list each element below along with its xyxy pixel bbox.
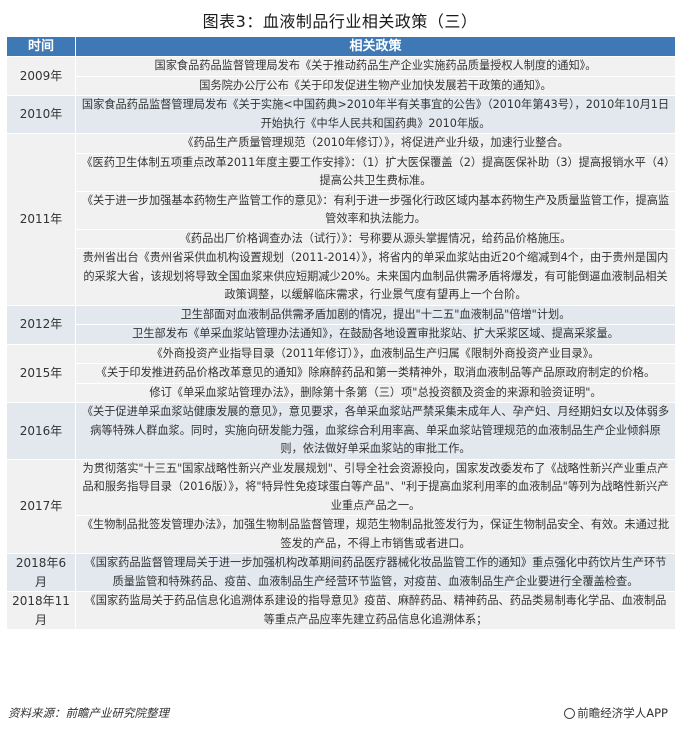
policy-cell: 国务院办公厅公布《关于印发促进生物产业加快发展若干政策的通知》。 [75, 75, 676, 96]
brand: 前瞻经济学人APP [564, 705, 668, 721]
table-row: 2018年11月 《国家药监局关于药品信息化追溯体系建设的指导意见》疫苗、麻醉药品… [6, 591, 676, 630]
table-body: 2009年 国家食品药品监督管理局发布《关于推动药品生产企业实施药品质量授权人制度… [6, 56, 676, 630]
year-cell: 2010年 [6, 95, 76, 134]
table-row: 《生物制品批签发管理办法》，加强生物制品监督管理，规范生物制品批签发行为，保证生… [7, 515, 676, 554]
brand-logo-icon [564, 708, 576, 719]
table-row: 国务院办公厅公布《关于印发促进生物产业加快发展若干政策的通知》。 [7, 75, 676, 96]
table-row: 2016年 《关于促进单采血浆站健康发展的意见》，意见要求，各单采血浆站严禁采集未… [6, 402, 676, 460]
year-cell: 2015年 [6, 343, 76, 403]
table-row: 卫生部发布《单采血浆站管理办法通知》，在鼓励各地设置审批浆站、扩大采浆区域、提高… [7, 324, 676, 345]
source-note: 资料来源：前瞻产业研究院整理 [8, 706, 169, 720]
table-row: 修订《单采血浆站管理办法》，删除第十条第（三）项"总投资额及资金的来源和验资证明… [7, 382, 676, 403]
year-cell: 2009年 [6, 56, 76, 96]
table-row: 《关于进一步加强基本药物生产监管工作的意见》：有利于进一步强化行政区域内基本药物… [7, 190, 676, 230]
policy-cell: 《关于进一步加强基本药物生产监管工作的意见》：有利于进一步强化行政区域内基本药物… [75, 190, 676, 230]
year-cell: 2018年11月 [6, 591, 76, 630]
year-cell: 2018年6月 [6, 553, 76, 592]
footer: 资料来源：前瞻产业研究院整理 前瞻经济学人APP [8, 705, 672, 721]
policy-table: 时间 相关政策 2009年 国家食品药品监督管理局发布《关于推动药品生产企业实施药… [6, 36, 676, 630]
policy-cell: 卫生部发布《单采血浆站管理办法通知》，在鼓励各地设置审批浆站、扩大采浆区域、提高… [75, 324, 676, 345]
policy-cell: 《药品出厂价格调查办法（试行）》：号称要从源头掌握情况，给药品价格施压。 [75, 228, 676, 249]
figure-title: 图表3：血液制品行业相关政策（三） [202, 12, 478, 31]
header-policy: 相关政策 [75, 36, 676, 57]
table-row: 《关于印发推进药品价格改革意见的通知》除麻醉药品和第一类精神外，取消血液制品等产… [7, 363, 676, 384]
policy-cell: 《生物制品批签发管理办法》，加强生物制品监督管理，规范生物制品批签发行为，保证生… [75, 515, 676, 554]
policy-cell: 国家食品药品监督管理局发布《关于推动药品生产企业实施药品质量授权人制度的通知》。 [75, 56, 676, 77]
year-cell: 2012年 [6, 304, 76, 345]
policy-cell: 《关于促进单采血浆站健康发展的意见》，意见要求，各单采血浆站严禁采集未成年人、孕… [75, 402, 676, 460]
header-time: 时间 [6, 36, 76, 57]
policy-cell: 卫生部面对血液制品供需矛盾加剧的情况，提出"十二五"血液制品"倍增"计划。 [75, 304, 676, 325]
year-cell: 2016年 [6, 402, 76, 460]
policy-cell: 《关于印发推进药品价格改革意见的通知》除麻醉药品和第一类精神外，取消血液制品等产… [75, 363, 676, 384]
table-row: 2012年 卫生部面对血液制品供需矛盾加剧的情况，提出"十二五"血液制品"倍增"计… [6, 304, 676, 345]
table-row: 2017年 为贯彻落实"十三五"国家战略性新兴产业发展规划"、引导全社会资源投向，… [6, 458, 676, 554]
policy-cell: 为贯彻落实"十三五"国家战略性新兴产业发展规划"、引导全社会资源投向，国家发改委… [75, 458, 676, 516]
table-row: 《药品出厂价格调查办法（试行）》：号称要从源头掌握情况，给药品价格施压。 [7, 228, 676, 249]
page: 图表3：血液制品行业相关政策（三） 时间 相关政策 2009年 国家食品药品监督管… [0, 0, 680, 731]
table-row: 2010年 国家食品药品监督管理局发布《关于实施<中国药典>2010年半有关事宜的… [6, 95, 676, 134]
policy-cell: 国家食品药品监督管理局发布《关于实施<中国药典>2010年半有关事宜的公告》（2… [75, 95, 676, 134]
table-row: 2009年 国家食品药品监督管理局发布《关于推动药品生产企业实施药品质量授权人制度… [6, 56, 676, 96]
policy-cell: 贵州省出台《贵州省采供血机构设置规划（2011-2014）》，将省内的单采血浆站… [75, 248, 676, 306]
policy-cell: 修订《单采血浆站管理办法》，删除第十条第（三）项"总投资额及资金的来源和验资证明… [75, 382, 676, 403]
policy-cell: 《外商投资产业指导目录（2011年修订）》，血液制品生产归属《限制外商投资产业目… [75, 343, 676, 364]
table-header-row: 时间 相关政策 [6, 36, 676, 57]
table-row: 2015年 《外商投资产业指导目录（2011年修订）》，血液制品生产归属《限制外商… [6, 343, 676, 403]
table-row: 2018年6月 《国家药品监督管理局关于进一步加强机构改革期间药品医疗器械化妆品监… [6, 553, 676, 592]
brand-name: 前瞻经济学人APP [577, 706, 668, 720]
table-row: 《医药卫生体制五项重点改革2011年度主要工作安排》：（1）扩大医保覆盖（2）提… [7, 152, 676, 192]
policy-cell: 《药品生产质量管理规范（2010年修订）》，将促进产业升级，加速行业整合。 [75, 133, 676, 154]
year-cell: 2017年 [6, 458, 76, 554]
table-row: 贵州省出台《贵州省采供血机构设置规划（2011-2014）》，将省内的单采血浆站… [7, 248, 676, 306]
policy-cell: 《医药卫生体制五项重点改革2011年度主要工作安排》：（1）扩大医保覆盖（2）提… [75, 152, 676, 192]
table-row: 2011年 《药品生产质量管理规范（2010年修订）》，将促进产业升级，加速行业整… [6, 133, 676, 306]
policy-cell: 《国家药品监督管理局关于进一步加强机构改革期间药品医疗器械化妆品监管工作的通知》… [75, 553, 676, 592]
year-cell: 2011年 [6, 133, 76, 306]
policy-cell: 《国家药监局关于药品信息化追溯体系建设的指导意见》疫苗、麻醉药品、精神药品、药品… [75, 591, 676, 630]
